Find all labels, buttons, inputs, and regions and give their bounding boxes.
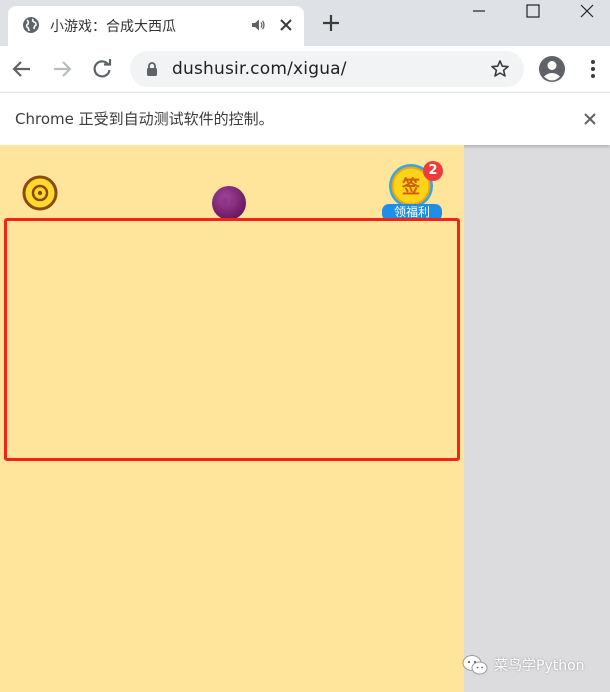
watermark-text: 菜鸟学Python [494,658,585,674]
new-tab-plus-icon[interactable] [320,12,342,34]
infobar-close-icon[interactable] [580,109,600,129]
notification-badge: 2 [423,161,443,181]
infobar-message: Chrome 正受到自动测试软件的控制。 [15,110,274,128]
tab-strip: 小游戏：合成大西瓜 [0,0,610,46]
watermark: 菜鸟学Python [462,652,608,678]
star-icon[interactable] [490,59,510,79]
maximize-icon[interactable] [510,0,556,26]
browser-toolbar: dushusir.com/xigua/ [0,46,610,92]
grape-fruit-icon [212,186,246,220]
window-close-icon[interactable] [564,0,610,26]
lock-icon[interactable] [144,61,160,77]
automation-infobar: Chrome 正受到自动测试软件的控制。 [0,92,610,145]
back-arrow-icon[interactable] [9,56,35,82]
menu-dots-icon[interactable] [582,57,604,81]
reload-icon[interactable] [89,56,115,82]
red-highlight-box [4,218,460,461]
game-canvas[interactable]: 签 2 领福利 [0,145,464,692]
minimize-icon[interactable] [456,0,502,26]
close-icon[interactable] [276,15,296,35]
address-bar[interactable]: dushusir.com/xigua/ [130,51,524,87]
coin-icon[interactable] [22,175,58,211]
url-text[interactable]: dushusir.com/xigua/ [172,59,347,79]
globe-icon [23,17,39,33]
welfare-button[interactable]: 签 2 领福利 [380,161,446,223]
wechat-icon [462,655,488,675]
forward-arrow-icon[interactable] [49,56,75,82]
browser-tab[interactable]: 小游戏：合成大西瓜 [8,6,304,46]
speaker-icon[interactable] [250,17,266,33]
tab-title: 小游戏：合成大西瓜 [50,19,176,35]
profile-icon[interactable] [538,55,566,83]
